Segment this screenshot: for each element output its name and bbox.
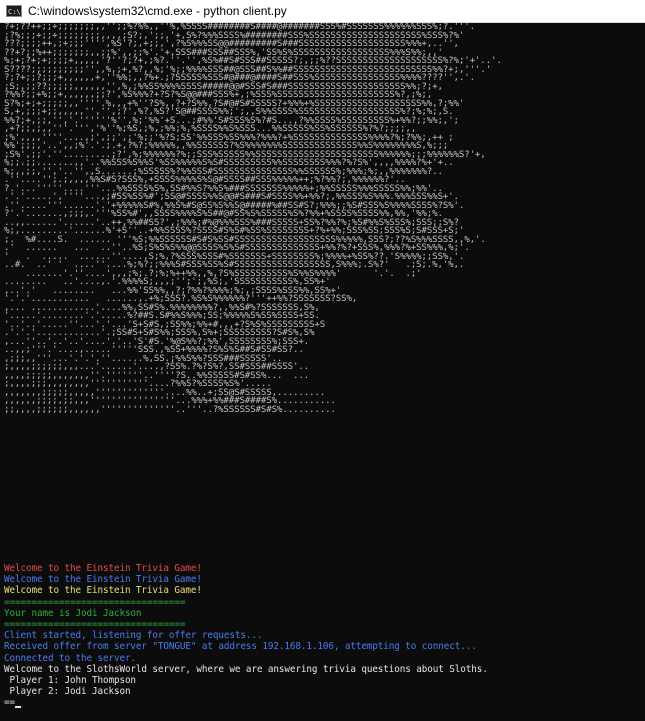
console-output[interactable]: ?+;??++;;+;;;;;;;,,'';;%?%%,,''%,%SSSS##… [0,23,645,721]
player-name-line: Your name is Jodi Jackson [4,607,142,619]
output-lines: Welcome to the Einstein Trivia Game! Wel… [4,563,641,709]
player-1-line: Player 1: John Thompson [4,675,136,687]
separator-line: ================================= [4,596,186,608]
window-title: C:\windows\system32\cmd.exe - python cli… [28,4,287,18]
client-status-line: Client started, listening for offer requ… [4,630,263,642]
console-window: C:\ C:\windows\system32\cmd.exe - python… [0,0,645,721]
welcome-line-blue: Welcome to the Einstein Trivia Game! [4,574,202,586]
prompt-line: == [4,697,641,708]
ascii-art: ?+;??++;;+;;;;;;;,,'';;%?%%,,''%,%SSSS##… [4,23,502,415]
prompt-text: == [4,697,15,709]
welcome-line-yellow: Welcome to the Einstein Trivia Game! [4,585,202,597]
title-bar[interactable]: C:\ C:\windows\system32\cmd.exe - python… [0,0,645,23]
cmd-icon: C:\ [6,5,22,17]
separator-line: ================================= [4,619,186,631]
offer-received-line: Received offer from server "TONGUE" at a… [4,641,477,653]
player-2-line: Player 2: Jodi Jackson [4,686,131,698]
text-cursor [15,705,21,708]
server-welcome-line: Welcome to the SlothsWorld server, where… [4,663,488,675]
welcome-line-red: Welcome to the Einstein Trivia Game! [4,563,202,574]
connected-line: Connected to the server. [4,652,136,664]
